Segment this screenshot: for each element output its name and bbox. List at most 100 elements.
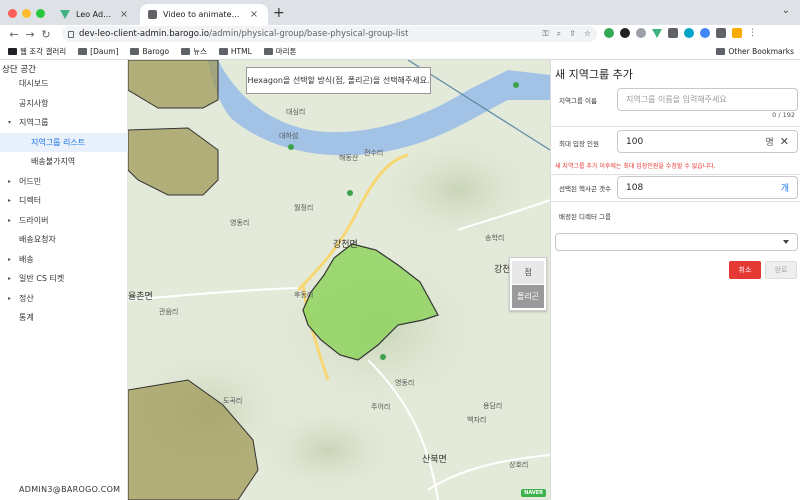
group-name-label: 지역그룹 이름 bbox=[559, 97, 597, 105]
browser-tab-gif-converter[interactable]: Video to animated GIF converter × bbox=[140, 4, 268, 25]
sidebar-item-label: 지역그룹 bbox=[19, 118, 49, 128]
sidebar-item[interactable]: ▸ 어드민 bbox=[0, 172, 128, 192]
bookmark-marathon[interactable]: 마리톤 bbox=[263, 46, 296, 57]
bookmark-daum[interactable]: [Daum] bbox=[78, 47, 118, 56]
close-tab-icon[interactable]: × bbox=[118, 9, 130, 20]
back-icon[interactable]: ← bbox=[6, 28, 22, 41]
new-tab-button[interactable]: + bbox=[273, 5, 285, 21]
key-icon[interactable]: ⚿ bbox=[543, 29, 549, 39]
bookmark-news[interactable]: 뉴스 bbox=[181, 46, 207, 57]
map-label: 주어리 bbox=[371, 403, 391, 411]
browser-tab-bar: Leo Admin Web × Video to animated GIF co… bbox=[0, 0, 800, 25]
tab-search-chevron-icon[interactable]: ⌄ bbox=[782, 5, 790, 16]
bookmark-barogo[interactable]: Barogo bbox=[130, 47, 169, 56]
document-icon bbox=[148, 10, 157, 19]
map-label: 대하섬 bbox=[279, 132, 299, 140]
bookmark-html[interactable]: HTML bbox=[218, 47, 252, 56]
sidebar-item[interactable]: ▸ 배송 bbox=[0, 250, 128, 270]
profile-avatar[interactable] bbox=[732, 28, 742, 38]
minimize-window-button[interactable] bbox=[22, 9, 31, 18]
sidebar-item-label: 배송요청자 bbox=[19, 235, 56, 245]
capacity-input[interactable]: 100 명 ✕ bbox=[617, 130, 798, 153]
sidebar-menu: 대시보드공지사항 ▾ 지역그룹지역그룹 리스트배송불가지역 ▸ 어드민 ▸ 디렉터 ▸ 드라이버… bbox=[0, 74, 128, 328]
poi-marker[interactable] bbox=[288, 144, 294, 150]
clear-icon[interactable]: ✕ bbox=[780, 135, 789, 148]
star-icon[interactable]: ☆ bbox=[584, 29, 591, 39]
group-name-input[interactable]: 지역그룹 이름을 입력해주세요 bbox=[617, 88, 798, 111]
extension-dark-icon[interactable] bbox=[620, 28, 630, 38]
folder-icon bbox=[263, 47, 273, 55]
url-path: /admin/physical-group/base-physical-grou… bbox=[209, 29, 409, 39]
app-icon bbox=[8, 47, 17, 55]
share-icon[interactable]: ⇪ bbox=[569, 29, 576, 39]
extension-gear-icon[interactable] bbox=[684, 28, 694, 38]
maximize-window-button[interactable] bbox=[36, 9, 45, 18]
close-window-button[interactable] bbox=[8, 9, 17, 18]
poi-marker[interactable] bbox=[347, 190, 353, 196]
map-label: 용담리 bbox=[483, 402, 503, 410]
extension-grey-icon[interactable] bbox=[636, 28, 646, 38]
map-label: 송학리 bbox=[485, 234, 505, 242]
bookmarks-bar: 웹 조각 갤러리 [Daum] Barogo 뉴스 HTML 마리톤 Other… bbox=[0, 43, 800, 60]
map-view[interactable]: 대심리 대하섬 전수리 해동산 월정리 영동리 강천면 율촌면 관음리 송학리 … bbox=[128, 60, 550, 500]
sidebar-item[interactable]: 배송불가지역 bbox=[0, 152, 128, 172]
user-email[interactable]: ADMIN3@BAROGO.COM bbox=[19, 485, 120, 494]
chevron-right-icon: ▸ bbox=[8, 255, 12, 263]
sidebar-item-label: 정산 bbox=[19, 293, 34, 303]
director-group-label: 배정된 디렉터 그룹 bbox=[559, 213, 611, 221]
zoom-icon[interactable]: ⌕ bbox=[557, 29, 561, 39]
capacity-warning: 새 지역그룹 추가 이후에는 최대 입장인원을 수정할 수 없습니다. bbox=[555, 163, 716, 170]
browser-tab-leo-admin[interactable]: Leo Admin Web × bbox=[52, 4, 138, 25]
map-canvas[interactable] bbox=[128, 60, 550, 500]
sidebar-item-label: 지역그룹 리스트 bbox=[31, 137, 86, 147]
reload-icon[interactable]: ↻ bbox=[38, 28, 54, 41]
map-label: 도곡리 bbox=[223, 397, 243, 405]
panel-title: 새 지역그룹 추가 bbox=[555, 68, 633, 81]
done-button[interactable]: 완료 bbox=[765, 261, 797, 279]
sidebar-item[interactable]: ▸ 드라이버 bbox=[0, 211, 128, 231]
bookmark-web-gallery[interactable]: 웹 조각 갤러리 bbox=[8, 46, 66, 57]
tab-title: Video to animated GIF converter bbox=[163, 10, 242, 19]
sidebar-item[interactable]: ▾ 지역그룹 bbox=[0, 113, 128, 133]
map-label: 백자리 bbox=[467, 416, 487, 424]
extension-green-icon[interactable] bbox=[604, 28, 614, 38]
map-label: 해동산 bbox=[339, 154, 359, 162]
url-input[interactable]: dev-leo-client-admin.barogo.io/admin/phy… bbox=[62, 26, 597, 42]
poi-marker[interactable] bbox=[380, 354, 386, 360]
chevron-down-icon: ▾ bbox=[8, 119, 12, 127]
other-bookmarks[interactable]: Other Bookmarks bbox=[716, 47, 794, 56]
sidebar-item-label: 일반 CS 티켓 bbox=[19, 274, 65, 284]
sidebar-item[interactable]: 공지사항 bbox=[0, 94, 128, 114]
extension-box-icon[interactable] bbox=[668, 28, 678, 38]
divider bbox=[551, 201, 800, 202]
terrain-shade bbox=[248, 400, 408, 500]
chevron-right-icon: ▸ bbox=[8, 216, 12, 224]
existing-hex-group[interactable] bbox=[128, 127, 219, 196]
director-group-select[interactable] bbox=[555, 233, 798, 251]
sidebar-item[interactable]: 통계 bbox=[0, 308, 128, 328]
cancel-button[interactable]: 취소 bbox=[729, 261, 761, 279]
polygon-mode-button[interactable]: 폴리곤 bbox=[512, 285, 544, 308]
sidebar-item[interactable]: ▸ 디렉터 bbox=[0, 191, 128, 211]
sidebar-item-label: 대시보드 bbox=[19, 79, 49, 89]
close-tab-icon[interactable]: × bbox=[248, 9, 260, 20]
lock-icon bbox=[68, 30, 74, 38]
existing-hex-group[interactable] bbox=[128, 60, 219, 109]
chevron-right-icon: ▸ bbox=[8, 294, 12, 302]
extensions-puzzle-icon[interactable] bbox=[716, 28, 726, 38]
more-menu-icon[interactable]: ⋮ bbox=[748, 28, 757, 38]
vue-devtools-icon[interactable] bbox=[652, 28, 662, 38]
sidebar-item[interactable]: ▸ 정산 bbox=[0, 289, 128, 309]
sidebar-item[interactable]: ▸ 일반 CS 티켓 bbox=[0, 269, 128, 289]
sidebar-item-label: 배송 bbox=[19, 254, 34, 264]
sidebar-item[interactable]: 배송요청자 bbox=[0, 230, 128, 250]
poi-marker[interactable] bbox=[513, 82, 519, 88]
forward-icon[interactable]: → bbox=[22, 28, 38, 41]
map-label: 상호리 bbox=[509, 461, 529, 469]
point-mode-button[interactable]: 점 bbox=[512, 261, 544, 284]
folder-icon bbox=[181, 47, 191, 55]
sidebar-item[interactable]: 지역그룹 리스트 bbox=[0, 132, 128, 152]
map-label: 전수리 bbox=[364, 149, 384, 157]
sidebar-item[interactable]: 대시보드 bbox=[0, 74, 128, 94]
extension-blue-icon[interactable] bbox=[700, 28, 710, 38]
